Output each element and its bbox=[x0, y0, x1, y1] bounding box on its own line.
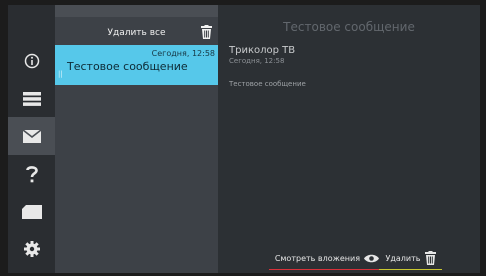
eye-icon bbox=[364, 254, 379, 262]
card-icon bbox=[21, 205, 42, 219]
mail-icon bbox=[22, 129, 41, 143]
message-body: Тестовое сообщение bbox=[229, 80, 306, 88]
sender-name: Триколор ТВ bbox=[229, 45, 296, 56]
message-detail: Тестовое сообщение Триколор ТВ Сегодня, … bbox=[218, 5, 480, 273]
unread-marker-icon: || bbox=[58, 70, 63, 78]
help-icon bbox=[25, 166, 38, 183]
attach-underline bbox=[269, 269, 379, 270]
sidebar-item-help[interactable] bbox=[8, 155, 55, 193]
sidebar-item-messages[interactable] bbox=[8, 117, 55, 155]
mailbox-screen: Удалить все Сегодня, 12:58 Тестовое сооб… bbox=[0, 0, 486, 276]
sidebar-item-settings[interactable] bbox=[8, 230, 55, 268]
trash-icon bbox=[201, 25, 212, 39]
message-date: Сегодня, 12:58 bbox=[151, 49, 215, 58]
view-attachments-button[interactable]: Смотреть вложения bbox=[269, 248, 379, 270]
delete-all-button[interactable]: Удалить все bbox=[55, 22, 218, 44]
delete-label: Удалить bbox=[385, 253, 421, 263]
sidebar-item-list[interactable] bbox=[8, 80, 55, 118]
gear-icon bbox=[23, 241, 40, 257]
info-icon bbox=[24, 53, 39, 69]
list-item[interactable]: Сегодня, 12:58 Тестовое сообщение || bbox=[55, 45, 218, 85]
trash-icon bbox=[424, 251, 436, 265]
detail-heading: Тестовое сообщение bbox=[283, 20, 415, 34]
view-attachments-label: Смотреть вложения bbox=[274, 253, 360, 263]
delete-underline bbox=[379, 269, 442, 270]
message-title: Тестовое сообщение bbox=[67, 60, 188, 73]
message-list: Удалить все Сегодня, 12:58 Тестовое сооб… bbox=[55, 5, 218, 273]
sidebar-rail bbox=[8, 5, 55, 273]
delete-all-label: Удалить все bbox=[107, 28, 166, 38]
sidebar-item-info[interactable] bbox=[8, 42, 55, 80]
detail-actions: Смотреть вложения Удалить bbox=[218, 248, 480, 270]
list-header-strip bbox=[55, 5, 218, 17]
delete-button[interactable]: Удалить bbox=[379, 248, 442, 270]
list-icon bbox=[22, 92, 41, 106]
sender-date: Сегодня, 12:58 bbox=[229, 57, 285, 65]
sidebar-item-card[interactable] bbox=[8, 193, 55, 231]
